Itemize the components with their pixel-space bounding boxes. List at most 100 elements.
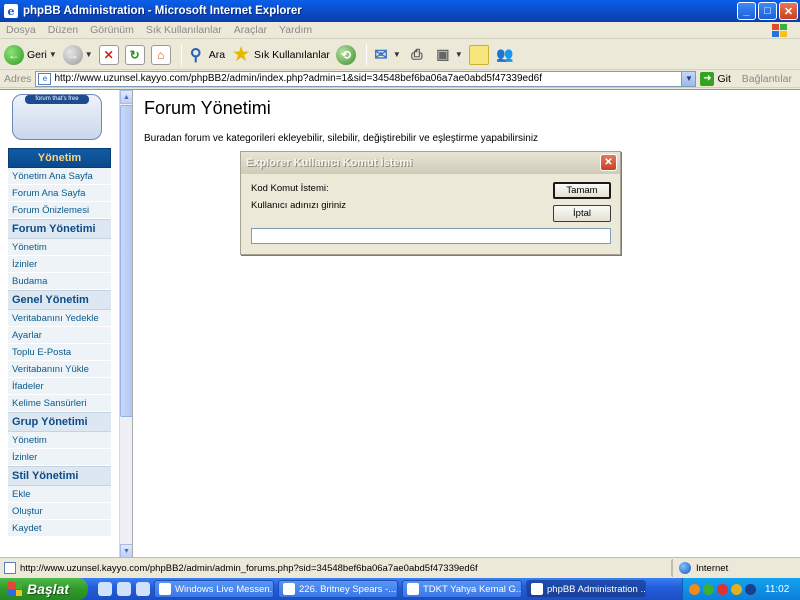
menu-tools[interactable]: Araçlar: [228, 24, 273, 36]
nav-item-word-censors[interactable]: Kelime Sansürleri: [8, 395, 111, 412]
nav-item-group-permissions[interactable]: İzinler: [8, 449, 111, 466]
nav-item-backup-db[interactable]: Veritabanını Yedekle: [8, 310, 111, 327]
windows-flag-icon: [772, 24, 787, 37]
nav-item-forum-index[interactable]: Forum Ana Sayfa: [8, 185, 111, 202]
menu-file[interactable]: Dosya: [0, 24, 42, 36]
refresh-button[interactable]: ↻: [124, 44, 145, 65]
history-button[interactable]: ⟲: [335, 44, 356, 65]
dialog-title: Explorer Kullanıcı Komut İstemi: [246, 157, 413, 169]
home-button[interactable]: ⌂: [150, 44, 171, 65]
scroll-thumb[interactable]: [120, 105, 132, 417]
task-label: phpBB Administration ...: [547, 583, 646, 595]
page-description: Buradan forum ve kategorileri ekleyebili…: [144, 133, 539, 144]
tray-security-icon[interactable]: [745, 583, 756, 595]
task-tdkt[interactable]: TDKT Yahya Kemal G...: [402, 580, 522, 598]
quicklaunch-media-icon[interactable]: [136, 582, 150, 596]
stop-icon: ✕: [98, 44, 119, 65]
address-input[interactable]: e http://www.uzunsel.kayyo.com/phpBB2/ad…: [35, 70, 697, 87]
ie-window: e phpBB Administration - Microsoft Inter…: [0, 0, 800, 578]
task-label: Windows Live Messen...: [175, 583, 274, 595]
cancel-button[interactable]: İptal: [553, 205, 611, 222]
tray-antivirus-icon[interactable]: [717, 583, 728, 595]
page-icon: e: [38, 72, 52, 85]
windows-logo-icon: [8, 582, 22, 596]
stop-button[interactable]: ✕: [98, 44, 119, 65]
nav-scrollbar[interactable]: ▲ ▼: [119, 90, 132, 558]
username-input[interactable]: [251, 228, 611, 244]
nav-item-settings[interactable]: Ayarlar: [8, 327, 111, 344]
nav-section-general-admin: Genel Yönetim: [8, 290, 111, 310]
start-label: Başlat: [27, 581, 70, 597]
task-britney[interactable]: 226. Britney Spears -...: [278, 580, 398, 598]
menu-help[interactable]: Yardım: [273, 24, 318, 36]
nav-item-mass-email[interactable]: Toplu E-Posta: [8, 344, 111, 361]
clock[interactable]: 11:02: [765, 584, 789, 595]
ie-app-icon[interactable]: e: [4, 4, 18, 18]
tray-shield-icon[interactable]: [731, 583, 742, 595]
address-bar: Adres e http://www.uzunsel.kayyo.com/php…: [0, 70, 800, 88]
phpbb-logo[interactable]: phpbb forum that's free: [12, 94, 102, 140]
maximize-button[interactable]: □: [758, 2, 777, 20]
task-phpbb[interactable]: phpBB Administration ...: [526, 580, 646, 598]
notes-button[interactable]: [468, 44, 489, 65]
quick-launch: [98, 582, 150, 596]
system-tray: 11:02: [682, 578, 800, 600]
nav-item-smilies[interactable]: İfadeler: [8, 378, 111, 395]
close-button[interactable]: ✕: [779, 2, 798, 20]
dialog-title-bar[interactable]: Explorer Kullanıcı Komut İstemi ✕: [241, 152, 620, 174]
edit-dropdown-icon[interactable]: ▼: [455, 50, 463, 59]
scroll-up-icon[interactable]: ▲: [120, 90, 132, 104]
go-button[interactable]: ➜ Git: [700, 71, 731, 86]
admin-nav-frame: phpbb forum that's free Yönetim Yönetim …: [0, 90, 133, 558]
nav-item-forum-preview[interactable]: Forum Önizlemesi: [8, 202, 111, 219]
print-button[interactable]: ⎙: [407, 45, 427, 65]
menu-view[interactable]: Görünüm: [84, 24, 140, 36]
nav-item-forum-prune[interactable]: Budama: [8, 273, 111, 290]
ok-button[interactable]: Tamam: [553, 182, 611, 199]
quicklaunch-desktop-icon[interactable]: [117, 582, 131, 596]
nav-item-group-manage[interactable]: Yönetim: [8, 432, 111, 449]
tray-messenger-icon[interactable]: [703, 583, 714, 595]
menu-favorites[interactable]: Sık Kullanılanlar: [140, 24, 228, 36]
nav-item-admin-index[interactable]: Yönetim Ana Sayfa: [8, 168, 111, 185]
tray-firewall-icon[interactable]: [689, 583, 700, 595]
nav-header-yonetim: Yönetim: [8, 148, 111, 168]
nav-item-style-create[interactable]: Oluştur: [8, 503, 111, 520]
dialog-close-button[interactable]: ✕: [600, 154, 617, 171]
search-button[interactable]: ⚲ Ara: [186, 45, 225, 65]
menu-edit[interactable]: Düzen: [42, 24, 84, 36]
forward-dropdown-icon[interactable]: ▼: [85, 50, 93, 59]
toolbar-separator: [365, 43, 367, 66]
security-zone[interactable]: Internet: [672, 559, 800, 577]
mail-button[interactable]: ✉ ▼: [371, 45, 401, 65]
address-dropdown-icon[interactable]: ▼: [681, 71, 696, 86]
scroll-down-icon[interactable]: ▼: [120, 544, 132, 558]
title-bar[interactable]: e phpBB Administration - Microsoft Inter…: [0, 0, 800, 22]
nav-item-forum-manage[interactable]: Yönetim: [8, 239, 111, 256]
favorites-button[interactable]: ★ Sık Kullanılanlar: [231, 44, 330, 65]
history-icon: ⟲: [335, 44, 356, 65]
nav-item-style-add[interactable]: Ekle: [8, 486, 111, 503]
mail-dropdown-icon[interactable]: ▼: [393, 50, 401, 59]
menu-bar: Dosya Düzen Görünüm Sık Kullanılanlar Ar…: [0, 22, 800, 39]
toolbar: ← Geri ▼ → ▼ ✕ ↻ ⌂ ⚲ Ara ★ Sık Kullanıla…: [0, 40, 800, 70]
nav-item-forum-permissions[interactable]: İzinler: [8, 256, 111, 273]
forward-button[interactable]: → ▼: [62, 44, 93, 65]
logo-tagline: forum that's free: [25, 95, 89, 104]
edit-button[interactable]: ▣ ▼: [433, 45, 463, 65]
minimize-button[interactable]: _: [737, 2, 756, 20]
back-dropdown-icon[interactable]: ▼: [49, 50, 57, 59]
nav-item-style-save[interactable]: Kaydet: [8, 520, 111, 537]
start-button[interactable]: Başlat: [0, 578, 88, 600]
quicklaunch-ie-icon[interactable]: [98, 582, 112, 596]
nav-item-restore-db[interactable]: Veritabanını Yükle: [8, 361, 111, 378]
print-icon: ⎙: [411, 46, 423, 62]
go-label: Git: [717, 72, 731, 85]
links-button[interactable]: Bağlantılar: [742, 73, 792, 85]
address-url[interactable]: http://www.uzunsel.kayyo.com/phpBB2/admi…: [54, 73, 542, 84]
favorites-label: Sık Kullanılanlar: [254, 48, 330, 61]
internet-globe-icon: [679, 562, 691, 574]
back-button[interactable]: ← Geri ▼: [4, 44, 57, 65]
messenger-button[interactable]: 👥: [495, 45, 515, 65]
task-messenger[interactable]: Windows Live Messen...: [154, 580, 274, 598]
